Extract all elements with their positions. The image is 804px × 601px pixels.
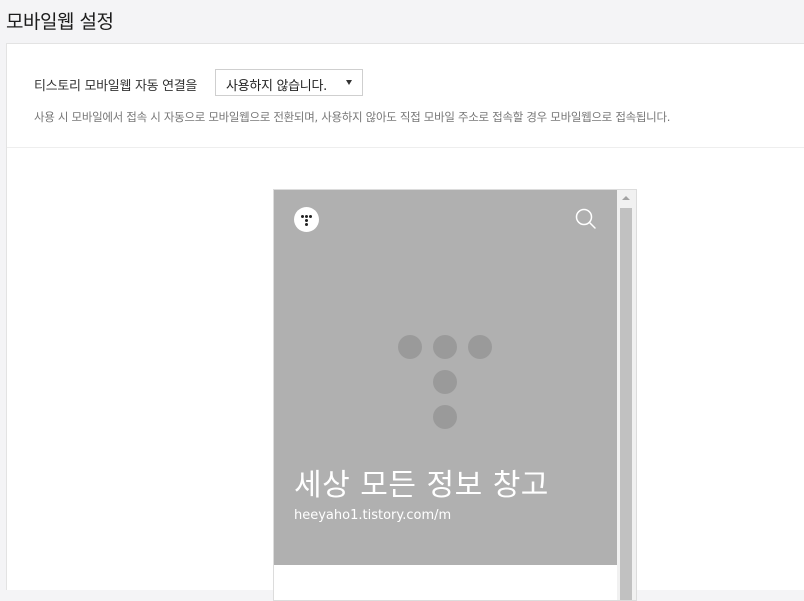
mobile-web-setting-section: 티스토리 모바일웹 자동 연결을 사용하지 않습니다. 사용 시 모바일에서 접… (7, 44, 804, 148)
mobile-web-auto-connect-label: 티스토리 모바일웹 자동 연결을 (34, 79, 198, 94)
logo-dot (398, 335, 422, 359)
logo-dot (305, 215, 308, 218)
mobile-preview-frame: 세상 모든 정보 창고 heeyaho1.tistory.com/m (273, 189, 637, 601)
logo-dot (433, 335, 457, 359)
logo-dot (305, 219, 308, 222)
logo-dot (433, 370, 457, 394)
mobile-web-auto-connect-select[interactable]: 사용하지 않습니다. (215, 69, 363, 96)
preview-hero: 세상 모든 정보 창고 heeyaho1.tistory.com/m (274, 190, 617, 565)
logo-dot (305, 223, 308, 226)
search-icon[interactable] (574, 207, 598, 231)
tistory-logo-icon[interactable] (294, 207, 319, 232)
dropdown-arrow-icon (346, 80, 352, 85)
select-value: 사용하지 않습니다. (226, 79, 327, 94)
setting-description: 사용 시 모바일에서 접속 시 자동으로 모바일웹으로 전환되며, 사용하지 않… (34, 110, 671, 124)
settings-panel: 티스토리 모바일웹 자동 연결을 사용하지 않습니다. 사용 시 모바일에서 접… (6, 43, 804, 601)
scroll-thumb[interactable] (620, 208, 632, 600)
blog-title: 세상 모든 정보 창고 (294, 468, 549, 503)
logo-dot (433, 405, 457, 429)
logo-dot (309, 215, 312, 218)
blog-url: heeyaho1.tistory.com/m (294, 508, 452, 523)
logo-dot (468, 335, 492, 359)
preview-scrollbar[interactable] (617, 190, 636, 600)
tistory-large-logo-icon (398, 335, 494, 431)
logo-dot (301, 215, 304, 218)
page-title: 모바일웹 설정 (6, 11, 114, 33)
scroll-up-arrow-icon[interactable] (617, 190, 636, 206)
